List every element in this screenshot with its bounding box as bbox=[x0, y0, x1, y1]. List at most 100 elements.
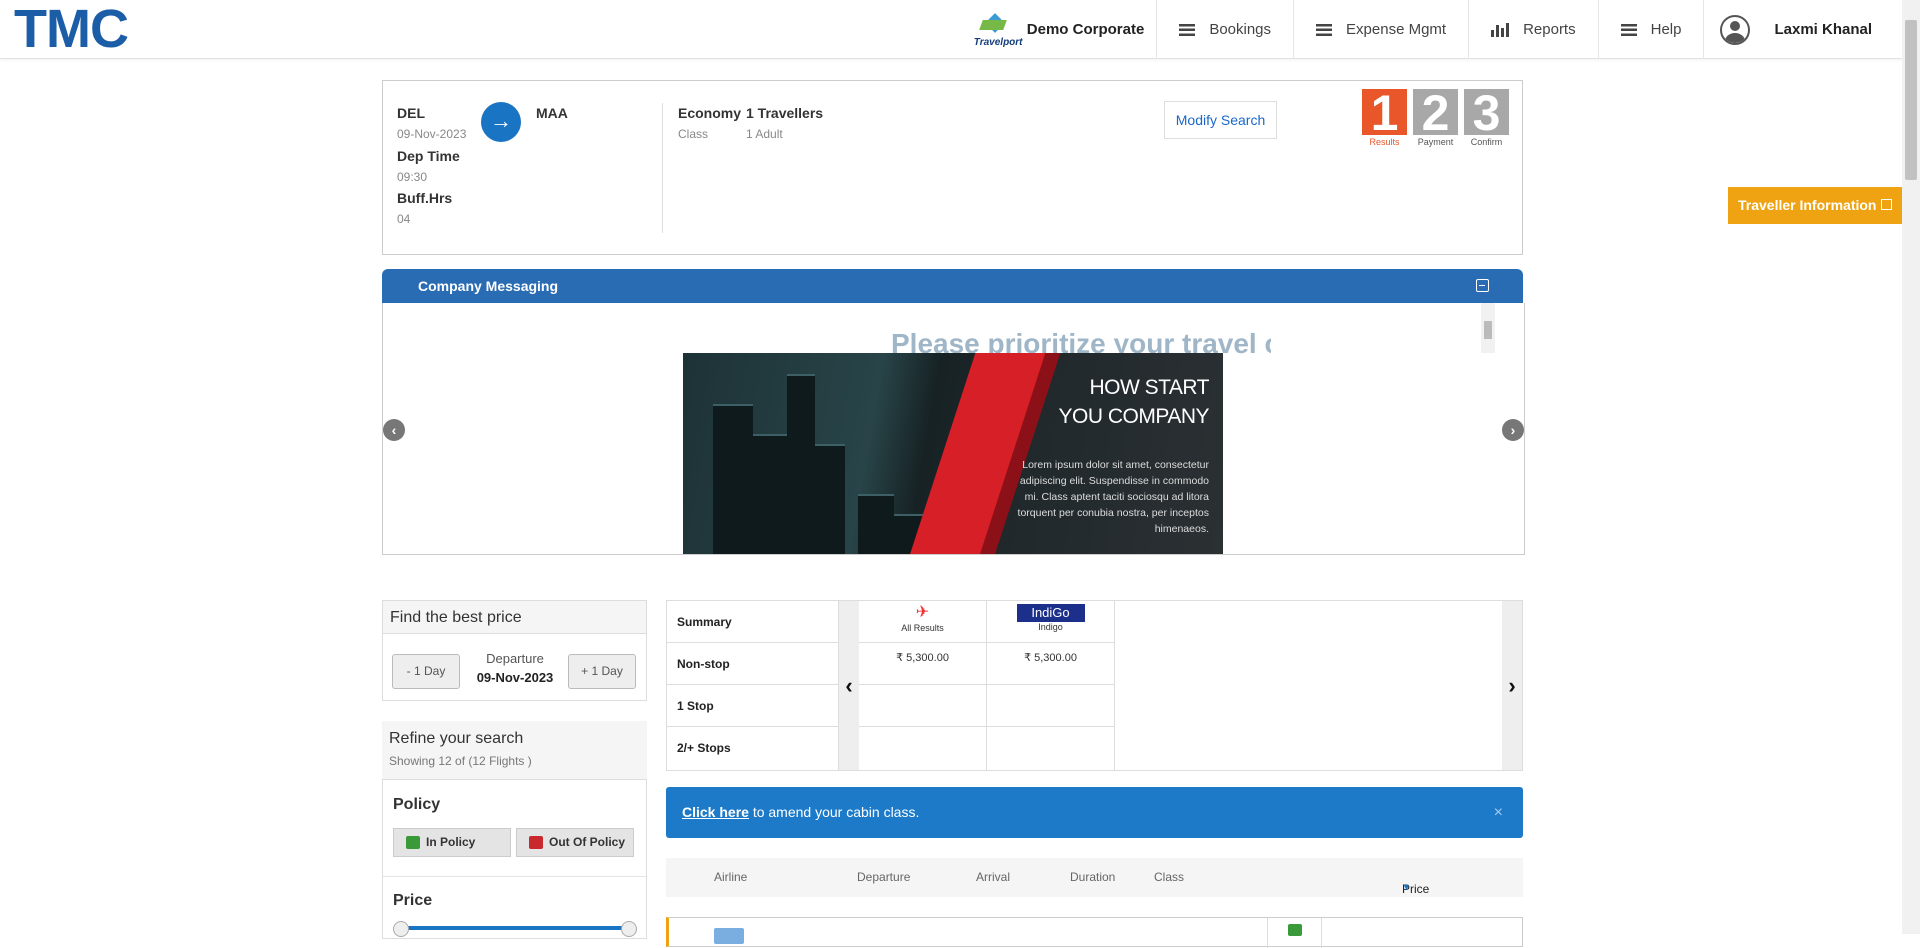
promo-banner-image: HOW START YOU COMPANY Lorem ipsum dolor s… bbox=[683, 353, 1223, 554]
sort-airline[interactable]: Airline bbox=[714, 870, 747, 884]
search-summary: DEL 09-Nov-2023 → MAA Dep Time 09:30 Buf… bbox=[382, 80, 1523, 255]
matrix-col-all-results[interactable]: ✈ All Results ₹ 5,300.00 bbox=[859, 601, 987, 770]
step-number: 3 bbox=[1464, 88, 1509, 138]
in-policy-button[interactable]: In Policy bbox=[393, 828, 511, 857]
refine-search-header: Refine your search Showing 12 of (12 Fli… bbox=[382, 721, 647, 780]
indigo-logo: IndiGo bbox=[1016, 604, 1085, 622]
banner-title: HOW START YOU COMPANY bbox=[1058, 376, 1210, 428]
cabin-class-label: Class bbox=[678, 127, 709, 141]
departure-label: Departure bbox=[486, 651, 544, 666]
banner-text: Lorem ipsum dolor sit amet, consectetur … bbox=[1017, 459, 1209, 535]
carousel-prev-icon[interactable]: ‹ bbox=[383, 419, 405, 441]
price-slider-track[interactable] bbox=[403, 926, 628, 930]
sort-duration[interactable]: Duration bbox=[1070, 870, 1115, 884]
price-slider-max-handle[interactable] bbox=[621, 921, 637, 937]
matrix-prev-icon[interactable]: ‹ bbox=[839, 601, 859, 770]
travelport-label: Travelport bbox=[973, 36, 1023, 48]
airline-logo bbox=[714, 928, 744, 944]
cabin-class: Economy bbox=[678, 105, 742, 121]
travellers-count: 1 Travellers bbox=[746, 105, 824, 121]
carousel-next-icon[interactable]: › bbox=[1502, 419, 1524, 441]
destination-code: MAA bbox=[536, 105, 568, 121]
modify-search-button[interactable]: Modify Search bbox=[1164, 101, 1277, 139]
tmc-logo[interactable]: TMC bbox=[14, 2, 129, 56]
matrix-next-icon[interactable]: › bbox=[1502, 601, 1522, 770]
price-cell[interactable]: ₹ 5,300.00 bbox=[987, 643, 1114, 685]
top-header: TMC Travelport Demo Corporate Bookings E… bbox=[0, 0, 1902, 59]
dep-time-value: 09:30 bbox=[397, 170, 428, 184]
nav-reports[interactable]: Reports bbox=[1469, 0, 1599, 59]
matrix-row-labels: Summary Non-stop 1 Stop 2/+ Stops bbox=[667, 601, 839, 770]
empty-cell bbox=[859, 727, 986, 769]
traveller-information-button[interactable]: Traveller Information bbox=[1728, 187, 1902, 224]
results-count: Showing 12 of (12 Flights ) bbox=[389, 754, 532, 768]
user-avatar-icon bbox=[1720, 14, 1751, 45]
user-menu[interactable]: Laxmi Khanal bbox=[1704, 0, 1902, 59]
plane-icon: ✈ bbox=[915, 604, 930, 621]
nav-label: Help bbox=[1650, 21, 1682, 38]
nav-help[interactable]: Help bbox=[1599, 0, 1705, 59]
close-icon[interactable]: × bbox=[1494, 787, 1503, 838]
menu-icon bbox=[1316, 23, 1333, 36]
travellers-detail: 1 Adult bbox=[746, 127, 783, 141]
travel-date: 09-Nov-2023 bbox=[397, 127, 467, 141]
collapse-icon[interactable] bbox=[1476, 279, 1489, 292]
company-selector[interactable]: Travelport Demo Corporate bbox=[961, 0, 1158, 59]
refine-title: Refine your search bbox=[389, 730, 524, 747]
policy-filter-title: Policy bbox=[393, 796, 441, 813]
sort-arrival[interactable]: Arrival bbox=[976, 870, 1010, 884]
arrow-right-icon: → bbox=[481, 102, 521, 142]
row-summary: Summary bbox=[667, 601, 838, 643]
scrollbar-thumb[interactable] bbox=[1905, 20, 1917, 180]
step-label: Payment bbox=[1417, 137, 1454, 147]
indigo-header[interactable]: IndiGo Indigo bbox=[987, 601, 1114, 643]
thumbs-up-icon bbox=[406, 836, 420, 849]
page-scrollbar[interactable] bbox=[1902, 0, 1920, 934]
sort-class[interactable]: Class bbox=[1154, 870, 1184, 884]
row-one-stop[interactable]: 1 Stop bbox=[667, 685, 838, 727]
company-messaging-title: Company Messaging bbox=[418, 278, 559, 294]
nav-expense-mgmt[interactable]: Expense Mgmt bbox=[1294, 0, 1470, 59]
plus-one-day-button[interactable]: + 1 Day bbox=[568, 654, 636, 689]
all-results-header[interactable]: ✈ All Results bbox=[859, 601, 986, 643]
step-label: Confirm bbox=[1470, 137, 1503, 147]
traveller-information-label: Traveller Information bbox=[1738, 197, 1877, 213]
airline-stops-matrix: Summary Non-stop 1 Stop 2/+ Stops ‹ ✈ All… bbox=[666, 600, 1523, 771]
origin-code: DEL bbox=[397, 105, 425, 121]
company-name: Demo Corporate bbox=[1026, 21, 1145, 38]
company-messaging-body: Please prioritize your travel only on we… bbox=[382, 303, 1525, 555]
sort-departure[interactable]: Departure bbox=[857, 870, 910, 884]
nav-label: Reports bbox=[1523, 21, 1576, 38]
step-results: 1 Results bbox=[1362, 88, 1407, 147]
filters-panel: Policy In Policy Out Of Policy Price bbox=[382, 779, 647, 939]
departure-date-display: Departure 09-Nov-2023 bbox=[470, 651, 560, 685]
step-confirm: 3 Confirm bbox=[1464, 88, 1509, 147]
click-here-link[interactable]: Click here bbox=[682, 804, 749, 820]
empty-cell bbox=[987, 685, 1114, 727]
step-label: Results bbox=[1369, 137, 1400, 147]
nav-bookings[interactable]: Bookings bbox=[1157, 0, 1295, 59]
departure-date: 09-Nov-2023 bbox=[476, 670, 554, 685]
matrix-col-indigo[interactable]: IndiGo Indigo ₹ 5,300.00 bbox=[987, 601, 1115, 770]
divider bbox=[662, 103, 663, 233]
step-payment: 2 Payment bbox=[1413, 88, 1458, 147]
row-non-stop[interactable]: Non-stop bbox=[667, 643, 838, 685]
travelport-logo: Travelport bbox=[973, 10, 1023, 50]
nav-label: Bookings bbox=[1209, 21, 1272, 38]
message-scrollbar[interactable] bbox=[1481, 303, 1495, 353]
price-cell[interactable]: ₹ 5,300.00 bbox=[859, 643, 986, 685]
row-two-plus-stops[interactable]: 2/+ Stops bbox=[667, 727, 838, 769]
expand-icon bbox=[1881, 199, 1892, 210]
price-filter-title: Price bbox=[393, 892, 433, 909]
flight-result-card[interactable] bbox=[666, 917, 1523, 948]
policy-indicator bbox=[1267, 918, 1322, 948]
find-best-price-panel: Find the best price - 1 Day Departure 09… bbox=[382, 600, 647, 701]
out-of-policy-button[interactable]: Out Of Policy bbox=[516, 828, 634, 857]
menu-icon bbox=[1179, 23, 1196, 36]
dep-time-label: Dep Time bbox=[397, 148, 460, 164]
company-messaging-header: Company Messaging bbox=[382, 269, 1523, 303]
amend-text: to amend your cabin class. bbox=[748, 804, 920, 820]
minus-one-day-button[interactable]: - 1 Day bbox=[392, 654, 460, 689]
step-number: 2 bbox=[1413, 88, 1458, 138]
price-slider-min-handle[interactable] bbox=[393, 921, 409, 937]
